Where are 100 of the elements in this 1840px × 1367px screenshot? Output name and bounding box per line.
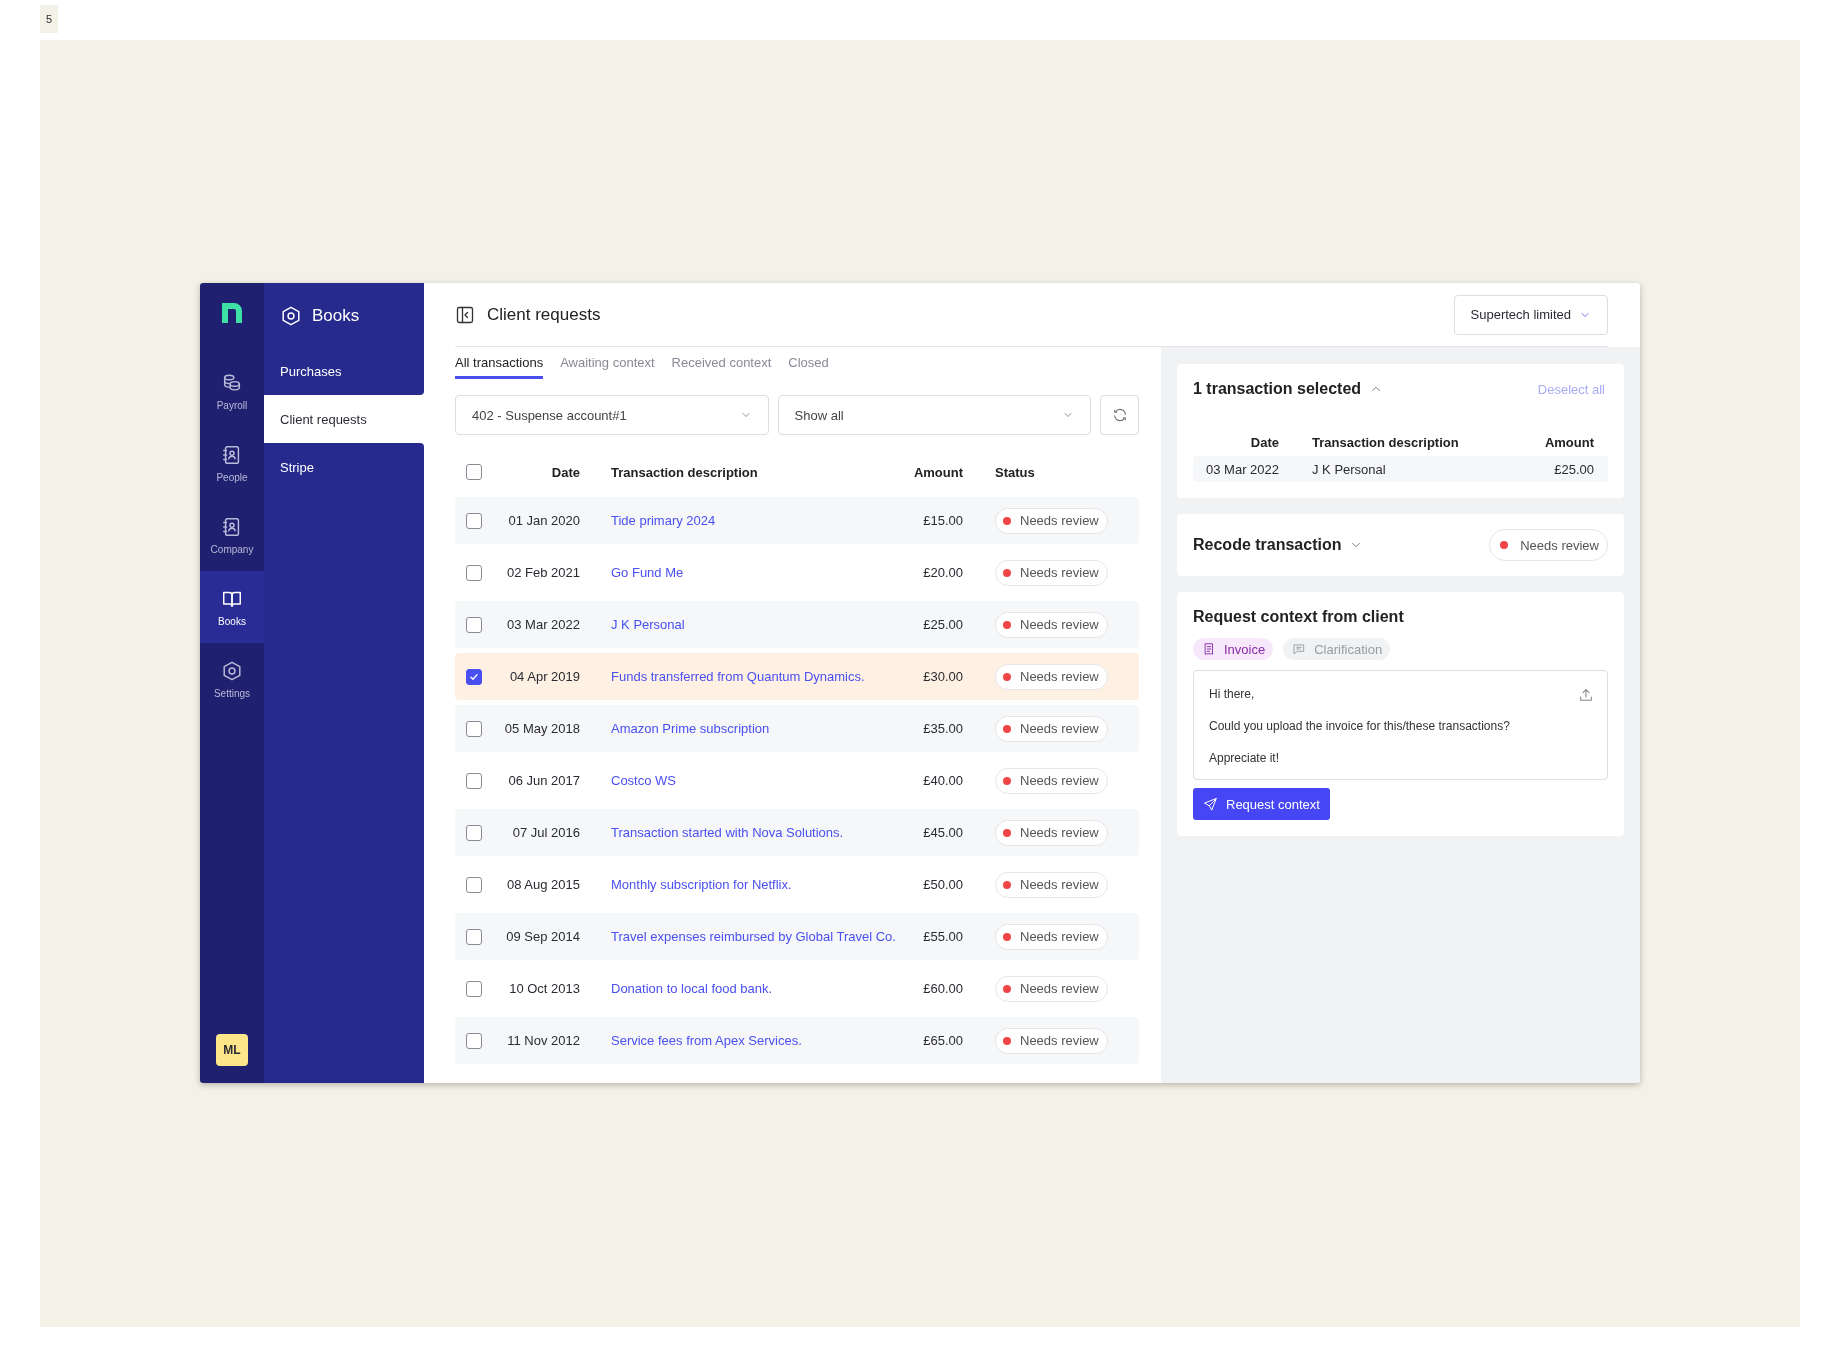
table-cell-text: 03 Mar 2022 (1205, 461, 1279, 477)
checkbox[interactable] (466, 720, 482, 737)
status-badge: Needs review (995, 611, 1108, 638)
account-dropdown[interactable]: 402 - Suspense account#1 (455, 395, 769, 435)
description-link[interactable]: Amazon Prime subscription (611, 721, 770, 736)
tab[interactable]: Received context (671, 355, 772, 379)
company-dropdown[interactable]: Supertech limited (1453, 294, 1608, 335)
sidebar-item[interactable]: Purchases (264, 347, 424, 395)
collapse-toggle[interactable]: 1 transaction selected (1193, 380, 1384, 398)
refresh-icon (1111, 407, 1128, 423)
table-cell-text: 06 Jun 2017 (507, 773, 580, 788)
column-header: Transaction description (1312, 434, 1460, 450)
section-title: Books (312, 306, 360, 326)
table-cell-text: 03 Mar 2022 (506, 617, 580, 632)
description-link[interactable]: J K Personal (611, 617, 685, 632)
checkbox[interactable] (466, 772, 482, 789)
card-title: Request context from client (1193, 608, 1405, 626)
table-cell-text: 02 Feb 2021 (506, 565, 580, 580)
receipt-icon (1202, 642, 1216, 656)
description-link[interactable]: Funds transferred from Quantum Dynamics. (611, 669, 865, 684)
table-cell-text: £60.00 (922, 981, 964, 996)
status-badge: Needs review (995, 507, 1108, 534)
tab[interactable]: Awaiting context (560, 355, 655, 379)
table-cell-text: 05 May 2018 (503, 721, 580, 736)
collapse-sidebar-icon (455, 304, 475, 325)
status-badge: Needs review (995, 559, 1108, 586)
type-chip[interactable]: Invoice (1193, 638, 1274, 660)
checkbox[interactable] (466, 876, 482, 893)
description-link[interactable]: Service fees from Apex Services. (611, 1033, 802, 1048)
expand-toggle[interactable]: Recode transaction (1193, 536, 1364, 554)
nav-label: People (216, 471, 248, 483)
table-cell-text: £15.00 (922, 513, 964, 528)
nav-item[interactable]: Settings (200, 643, 264, 715)
column-header: Amount (912, 464, 964, 480)
checkbox[interactable] (466, 928, 482, 945)
status-badge: Needs review (1489, 529, 1608, 561)
filter-dropdown[interactable]: Show all (777, 395, 1092, 435)
status-badge: Needs review (995, 1027, 1108, 1054)
message-line: Could you upload the invoice for this/these transactions? (1209, 719, 1510, 733)
table-cell-text: 07 Jul 2016 (511, 825, 580, 840)
nav-item[interactable]: Company (200, 499, 264, 571)
status-badge: Needs review (995, 923, 1108, 950)
settings-icon (280, 305, 302, 327)
nav-label: Settings (213, 687, 251, 699)
tab[interactable]: Closed (788, 355, 829, 379)
refresh-button[interactable] (1100, 395, 1139, 435)
nav-label: Payroll (216, 399, 248, 411)
table-cell-text: 04 Apr 2019 (508, 669, 580, 684)
nav-label: Company (210, 543, 254, 555)
message-line: Hi there, (1209, 687, 1256, 701)
avatar[interactable]: ML (216, 1034, 248, 1066)
description-link[interactable]: Go Fund Me (611, 565, 684, 580)
description-link[interactable]: Travel expenses reimbursed by Global Travel Co. (611, 929, 896, 944)
table-cell-text: £25.00 (1553, 461, 1595, 477)
checkbox[interactable] (466, 464, 482, 480)
checkbox[interactable] (466, 668, 482, 685)
status-badge: Needs review (995, 663, 1108, 690)
description-link[interactable]: Monthly subscription for Netflix. (611, 877, 792, 892)
table-cell-text: £40.00 (922, 773, 964, 788)
column-header: Status (995, 464, 1036, 480)
description-link[interactable]: Donation to local food bank. (611, 981, 773, 996)
table-cell-text: J K Personal (1312, 461, 1387, 477)
column-header: Date (1249, 434, 1279, 450)
checkbox[interactable] (466, 1032, 482, 1049)
upload-icon (1578, 687, 1594, 703)
column-header: Date (550, 464, 580, 480)
table-cell-text: 08 Aug 2015 (505, 877, 580, 892)
table-cell-text: £50.00 (922, 877, 964, 892)
description-link[interactable]: Tide primary 2024 (611, 513, 716, 528)
page-number: 5 (40, 5, 58, 33)
request-context-button[interactable]: Request context (1193, 788, 1330, 820)
description-link[interactable]: Costco WS (611, 773, 676, 788)
table-cell-text: £25.00 (922, 617, 964, 632)
checkbox[interactable] (466, 616, 482, 633)
table-cell-text: 09 Sep 2014 (505, 929, 580, 944)
status-badge: Needs review (995, 767, 1108, 794)
message-field[interactable]: Hi there, Could you upload the invoice for this/these transactions? Appreciate it! (1193, 670, 1608, 780)
table-cell-text: £35.00 (922, 721, 964, 736)
page-title: Client requests (487, 304, 601, 325)
checkbox[interactable] (466, 512, 482, 529)
nav-item[interactable]: Payroll (200, 355, 264, 427)
status-badge: Needs review (995, 819, 1108, 846)
table-cell-text: £45.00 (922, 825, 964, 840)
checkbox[interactable] (466, 980, 482, 997)
column-header: Transaction description (610, 464, 759, 480)
tab[interactable]: All transactions (455, 355, 544, 379)
checkbox[interactable] (466, 824, 482, 841)
settings-icon (221, 659, 243, 682)
status-badge: Needs review (995, 715, 1108, 742)
sidebar-item[interactable]: Stripe (264, 443, 424, 491)
table-cell-text: 11 Nov 2012 (506, 1033, 580, 1048)
coins-icon (221, 371, 243, 394)
nav-item[interactable]: People (200, 427, 264, 499)
column-header: Amount (1543, 434, 1595, 450)
message-line: Appreciate it! (1209, 751, 1281, 765)
table-cell-text: £30.00 (922, 669, 964, 684)
table-cell-text: £65.00 (922, 1033, 964, 1048)
description-link[interactable]: Transaction started with Nova Solutions. (611, 825, 844, 840)
checkbox[interactable] (466, 564, 482, 581)
nav-item[interactable]: Books (200, 571, 264, 643)
